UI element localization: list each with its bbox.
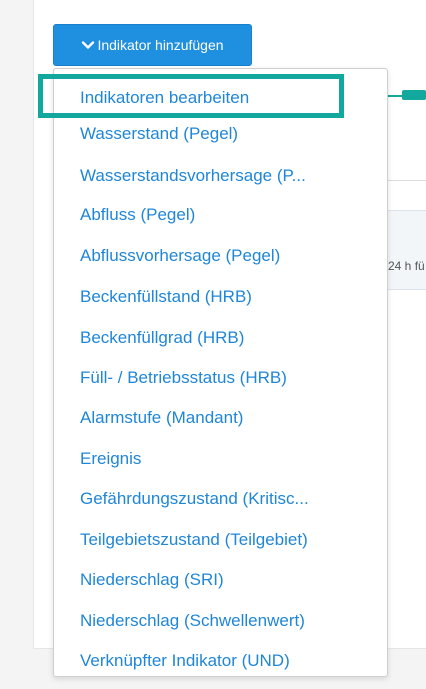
menu-item-betriebsstatus[interactable]: Füll- / Betriebsstatus (HRB) — [80, 363, 287, 393]
chevron-down-icon — [81, 38, 95, 52]
menu-item-wasserstandsvorhersage[interactable]: Wasserstandsvorhersage (P... — [80, 161, 306, 191]
add-indicator-button[interactable]: Indikator hinzufügen — [53, 24, 252, 66]
background-card-text: 24 h fü — [388, 259, 425, 273]
background-indicator-bar — [402, 90, 426, 100]
menu-item-verknuepfter-indikator[interactable]: Verknüpfter Indikator (UND) — [80, 646, 290, 676]
menu-item-niederschlag-schwellenwert[interactable]: Niederschlag (Schwellenwert) — [80, 606, 305, 636]
menu-item-edit-indicators[interactable]: Indikatoren bearbeiten — [80, 83, 249, 113]
menu-item-niederschlag-sri[interactable]: Niederschlag (SRI) — [80, 565, 224, 595]
indicator-dropdown-menu: Indikatoren bearbeiten Wasserstand (Pege… — [53, 68, 388, 677]
menu-item-ereignis[interactable]: Ereignis — [80, 444, 141, 474]
menu-item-abflussvorhersage[interactable]: Abflussvorhersage (Pegel) — [80, 241, 280, 271]
background-divider — [386, 180, 426, 181]
menu-item-wasserstand[interactable]: Wasserstand (Pegel) — [80, 119, 238, 149]
menu-item-beckenfuellstand[interactable]: Beckenfüllstand (HRB) — [80, 282, 252, 312]
add-indicator-label: Indikator hinzufügen — [97, 37, 224, 53]
menu-item-gefaehrdungszustand[interactable]: Gefährdungszustand (Kritisc... — [80, 484, 309, 514]
menu-item-abfluss[interactable]: Abfluss (Pegel) — [80, 200, 195, 230]
background-card — [386, 210, 426, 290]
menu-item-alarmstufe[interactable]: Alarmstufe (Mandant) — [80, 403, 243, 433]
menu-item-teilgebietszustand[interactable]: Teilgebietszustand (Teilgebiet) — [80, 525, 308, 555]
menu-item-beckenfuellgrad[interactable]: Beckenfüllgrad (HRB) — [80, 323, 244, 353]
